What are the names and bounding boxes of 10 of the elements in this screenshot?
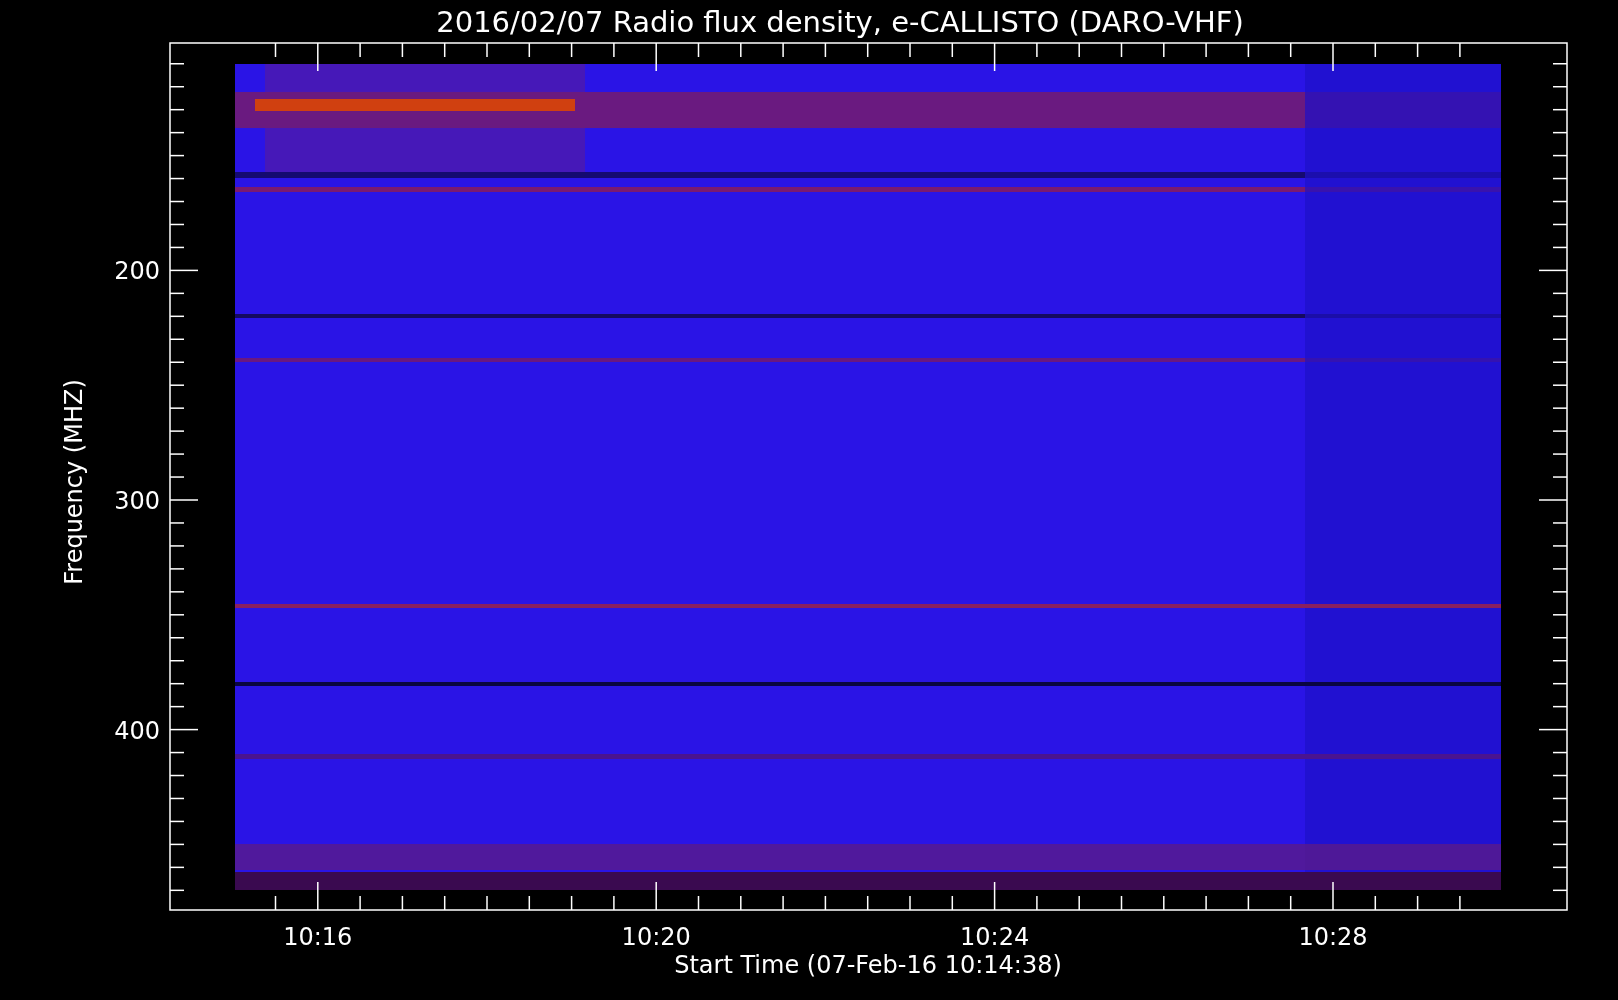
y-tick-label: 200 xyxy=(114,257,160,286)
x-axis-label: Start Time (07-Feb-16 10:14:38) xyxy=(674,951,1062,979)
y-axis-label: Frequency (MHZ) xyxy=(60,379,88,585)
x-tick-label: 10:28 xyxy=(1298,923,1368,951)
chart-title: 2016/02/07 Radio flux density, e-CALLISTO (DARO-VHF) xyxy=(436,5,1244,39)
x-tick-label: 10:20 xyxy=(621,923,691,951)
y-tick-label: 300 xyxy=(114,487,160,515)
x-tick-label: 10:24 xyxy=(960,923,1030,951)
x-tick-label: 10:16 xyxy=(283,923,353,951)
y-tick-label: 400 xyxy=(114,716,160,745)
